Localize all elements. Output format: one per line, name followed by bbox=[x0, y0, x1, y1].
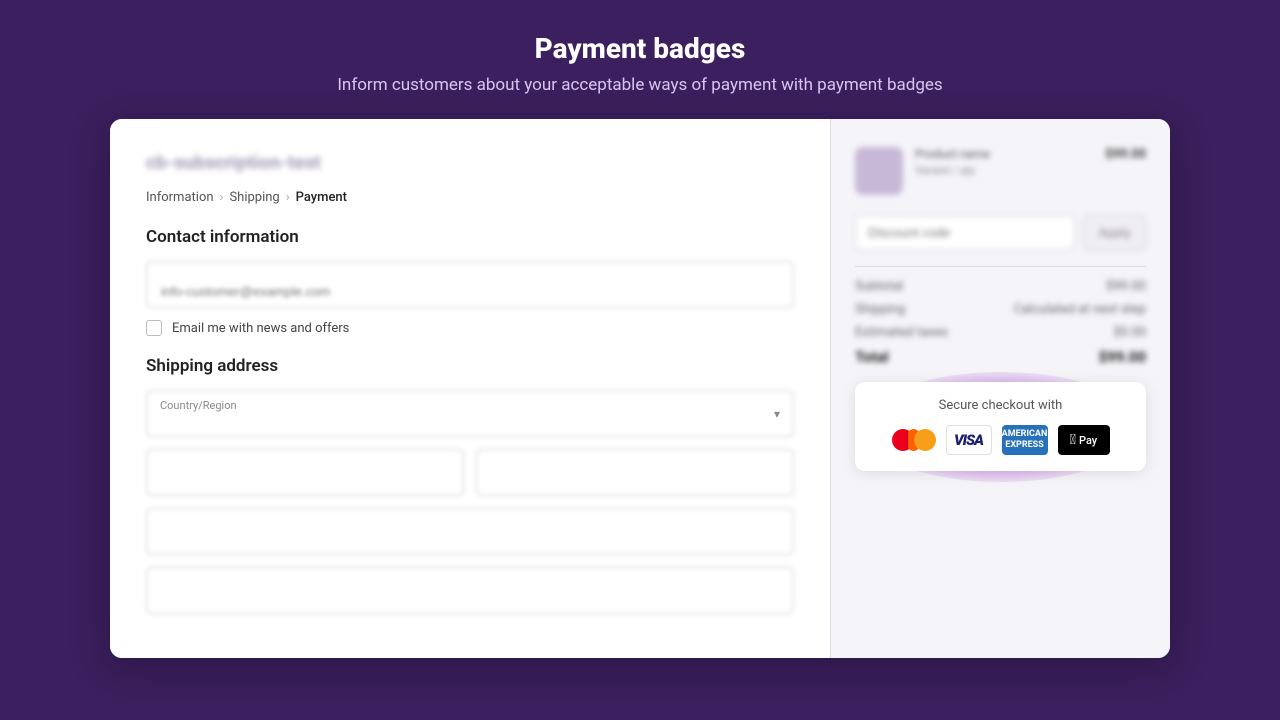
secure-checkout-card: Secure checkout with VISA AMERICANEXPRES… bbox=[855, 382, 1146, 471]
country-field-wrapper: Country/Region ▾ bbox=[146, 390, 794, 437]
shipping-row: Shipping Calculated at next step bbox=[855, 302, 1146, 317]
product-thumbnail bbox=[855, 147, 903, 195]
secure-checkout-label: Secure checkout with bbox=[875, 398, 1126, 413]
visa-icon: VISA bbox=[946, 425, 992, 455]
subtotal-label: Subtotal bbox=[855, 279, 903, 294]
order-totals: Subtotal $99.00 Shipping Calculated at n… bbox=[855, 266, 1146, 366]
name-row: First name (optional) Last name bbox=[146, 449, 794, 496]
grand-total-row: Total $99.00 bbox=[855, 348, 1146, 366]
page-header: Payment badges Inform customers about yo… bbox=[0, 0, 1280, 119]
breadcrumb-information[interactable]: Information bbox=[146, 190, 214, 205]
apple-pay-text: Pay bbox=[1079, 434, 1097, 447]
shipping-section-title: Shipping address bbox=[146, 356, 794, 376]
apple-pay-icon:  Pay bbox=[1058, 425, 1110, 455]
discount-row: Apply bbox=[855, 215, 1146, 250]
mc-right-circle bbox=[914, 429, 936, 451]
breadcrumb-payment[interactable]: Payment bbox=[296, 190, 347, 205]
tax-label: Estimated taxes bbox=[855, 325, 948, 340]
email-field-wrapper: Email bbox=[146, 261, 794, 308]
amex-icon: AMERICANEXPRESS bbox=[1002, 425, 1048, 455]
apply-discount-button[interactable]: Apply bbox=[1083, 215, 1146, 250]
tax-row: Estimated taxes $0.00 bbox=[855, 325, 1146, 340]
contact-section-title: Contact information bbox=[146, 227, 794, 247]
discount-input[interactable] bbox=[855, 215, 1075, 250]
newsletter-label: Email me with news and offers bbox=[172, 321, 349, 336]
secure-checkout-wrapper: Secure checkout with VISA AMERICANEXPRES… bbox=[855, 382, 1146, 471]
country-select[interactable] bbox=[146, 390, 794, 437]
breadcrumb-sep-2: › bbox=[286, 190, 290, 205]
tax-value: $0.00 bbox=[1113, 325, 1146, 340]
page-title: Payment badges bbox=[40, 32, 1240, 65]
main-frame: cb-subscription-test Information › Shipp… bbox=[110, 119, 1170, 658]
page-subtitle: Inform customers about your acceptable w… bbox=[40, 75, 1240, 95]
first-name-wrapper: First name (optional) bbox=[146, 449, 464, 496]
subtotal-value: $99.00 bbox=[1106, 279, 1146, 294]
mastercard-icon bbox=[892, 425, 936, 455]
last-name-input[interactable] bbox=[476, 449, 794, 496]
apt-input[interactable] bbox=[146, 567, 794, 614]
total-label: Total bbox=[855, 348, 889, 366]
payment-icons: VISA AMERICANEXPRESS  Pay bbox=[875, 425, 1126, 455]
order-summary-panel: Product name Variant / qty $99.00 Apply … bbox=[830, 119, 1170, 658]
newsletter-checkbox[interactable] bbox=[146, 320, 162, 336]
breadcrumb-sep-1: › bbox=[220, 190, 224, 205]
checkout-form-panel: cb-subscription-test Information › Shipp… bbox=[110, 119, 830, 658]
apt-wrapper: Apartment, suite, etc. (optional) bbox=[146, 567, 794, 614]
apple-logo:  bbox=[1070, 432, 1076, 448]
order-item-details: Product name Variant / qty bbox=[915, 147, 1093, 177]
shipping-address-section: Shipping address Country/Region ▾ First … bbox=[146, 356, 794, 614]
order-item-price: $99.00 bbox=[1105, 147, 1146, 162]
total-value: $99.00 bbox=[1099, 348, 1146, 366]
breadcrumb: Information › Shipping › Payment bbox=[146, 190, 794, 205]
shipping-value: Calculated at next step bbox=[1014, 302, 1146, 317]
newsletter-row: Email me with news and offers bbox=[146, 320, 794, 336]
store-name: cb-subscription-test bbox=[146, 151, 794, 174]
shipping-label: Shipping bbox=[855, 302, 905, 317]
address-input[interactable] bbox=[146, 508, 794, 555]
last-name-wrapper: Last name bbox=[476, 449, 794, 496]
order-item-name: Product name bbox=[915, 147, 1093, 161]
first-name-input[interactable] bbox=[146, 449, 464, 496]
address-wrapper: Address bbox=[146, 508, 794, 555]
breadcrumb-shipping[interactable]: Shipping bbox=[229, 190, 279, 205]
subtotal-row: Subtotal $99.00 bbox=[855, 279, 1146, 294]
email-input[interactable] bbox=[146, 261, 794, 308]
order-item: Product name Variant / qty $99.00 bbox=[855, 147, 1146, 195]
contact-section: Contact information Email Email me with … bbox=[146, 227, 794, 336]
